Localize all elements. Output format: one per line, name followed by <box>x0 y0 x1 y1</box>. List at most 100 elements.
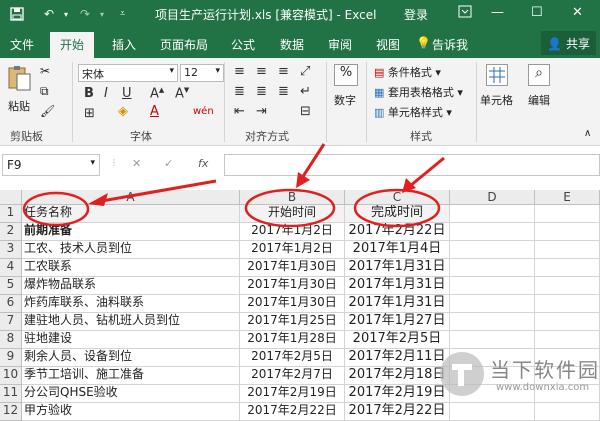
cell-b[interactable]: 2017年2月19日 <box>240 385 345 403</box>
align-bottom-icon[interactable]: ≡ <box>278 64 289 79</box>
conditional-format-button[interactable]: ▤ 条件格式 ▾ <box>374 64 441 80</box>
cell-d[interactable] <box>450 241 535 259</box>
cancel-icon[interactable]: ✕ <box>132 157 141 170</box>
redo-dropdown-icon[interactable]: ▾ <box>100 6 104 22</box>
row-header[interactable]: 11 <box>0 385 22 403</box>
row-header[interactable]: 12 <box>0 403 22 421</box>
format-painter-icon[interactable]: 🖌 <box>40 104 55 118</box>
share-button[interactable]: 👤 共享 <box>541 31 596 55</box>
tab-data[interactable]: 数据 <box>280 36 304 53</box>
enter-icon[interactable]: ✓ <box>164 157 173 170</box>
cells-button[interactable]: 单元格 <box>480 92 513 108</box>
cell-e[interactable] <box>535 241 600 259</box>
cell-c[interactable]: 2017年2月18日 <box>345 367 450 385</box>
cell-c[interactable]: 2017年1月4日 <box>345 241 450 259</box>
ribbon-display-icon[interactable] <box>458 5 472 22</box>
select-all-corner[interactable] <box>0 190 22 205</box>
row-header[interactable]: 10 <box>0 367 22 385</box>
cell-d[interactable] <box>450 223 535 241</box>
align-left-icon[interactable]: ≣ <box>234 84 245 99</box>
cell-a[interactable]: 爆炸物品联系 <box>22 277 240 295</box>
cell-b[interactable]: 2017年2月22日 <box>240 403 345 421</box>
undo-dropdown-icon[interactable]: ▾ <box>64 6 68 22</box>
cell-d[interactable] <box>450 205 535 223</box>
cell-a[interactable]: 甲方验收 <box>22 403 240 421</box>
tab-page-layout[interactable]: 页面布局 <box>160 36 208 53</box>
row-header[interactable]: 9 <box>0 349 22 367</box>
tab-home[interactable]: 开始 <box>50 32 95 58</box>
column-header-b[interactable]: B <box>240 190 345 205</box>
cell-a[interactable]: 工农、技术人员到位 <box>22 241 240 259</box>
tab-view[interactable]: 视图 <box>376 36 400 53</box>
cell-style-button[interactable]: ▥ 单元格样式 ▾ <box>374 104 452 120</box>
italic-button[interactable]: I <box>104 86 108 101</box>
cell-c[interactable]: 2017年2月22日 <box>345 223 450 241</box>
name-box[interactable]: F9 ▾ <box>2 154 100 176</box>
cell-a[interactable]: 任务名称 <box>22 205 240 223</box>
bold-button[interactable]: B <box>84 86 94 101</box>
cell-c[interactable]: 2017年1月31日 <box>345 277 450 295</box>
row-header[interactable]: 4 <box>0 259 22 277</box>
align-middle-icon[interactable]: ≡ <box>256 64 267 79</box>
cell-b[interactable]: 2017年1月25日 <box>240 313 345 331</box>
tab-insert[interactable]: 插入 <box>112 36 136 53</box>
row-header[interactable]: 5 <box>0 277 22 295</box>
font-size-select[interactable]: 12 ▾ <box>180 64 224 82</box>
close-icon[interactable]: ✕ <box>572 5 583 20</box>
cell-a[interactable]: 炸药库联系、油料联系 <box>22 295 240 313</box>
cell-b[interactable]: 开始时间 <box>240 205 345 223</box>
cell-e[interactable] <box>535 259 600 277</box>
cell-b[interactable]: 2017年1月30日 <box>240 295 345 313</box>
cell-b[interactable]: 2017年1月30日 <box>240 259 345 277</box>
cell-a[interactable]: 建驻地人员、钻机班人员到位 <box>22 313 240 331</box>
cell-a[interactable]: 驻地建设 <box>22 331 240 349</box>
column-header-a[interactable]: A <box>22 190 240 205</box>
cell-c[interactable]: 完成时间 <box>345 205 450 223</box>
increase-indent-icon[interactable]: ⇥ <box>256 104 267 119</box>
undo-icon[interactable]: ↶ <box>44 6 54 22</box>
row-header[interactable]: 6 <box>0 295 22 313</box>
paste-button-label[interactable]: 粘贴 <box>8 98 30 114</box>
cell-a[interactable]: 前期准备 <box>22 223 240 241</box>
cell-c[interactable]: 2017年2月19日 <box>345 385 450 403</box>
cells-icon[interactable] <box>486 64 508 86</box>
font-grow-icon[interactable]: A▲ <box>150 86 164 101</box>
cell-a[interactable]: 季节工培训、施工准备 <box>22 367 240 385</box>
merge-cells-icon[interactable]: ⊟ <box>300 104 311 119</box>
cut-icon[interactable]: ✂ <box>40 64 50 78</box>
orientation-icon[interactable]: ⤢ <box>300 64 310 79</box>
insert-function-icon[interactable]: fx <box>198 157 208 170</box>
cell-a[interactable]: 剩余人员、设备到位 <box>22 349 240 367</box>
cell-c[interactable]: 2017年1月31日 <box>345 259 450 277</box>
font-name-select[interactable]: 宋体 ▾ <box>78 64 178 82</box>
cell-b[interactable]: 2017年1月28日 <box>240 331 345 349</box>
table-format-button[interactable]: ▦ 套用表格格式 ▾ <box>374 84 463 100</box>
copy-icon[interactable]: ⧉ <box>40 84 49 99</box>
cell-c[interactable]: 2017年2月11日 <box>345 349 450 367</box>
cell-d[interactable] <box>450 259 535 277</box>
cell-b[interactable]: 2017年1月2日 <box>240 223 345 241</box>
restore-icon[interactable]: ☐ <box>531 5 543 20</box>
tab-formulas[interactable]: 公式 <box>231 36 255 53</box>
column-header-e[interactable]: E <box>535 190 600 205</box>
save-icon[interactable] <box>10 6 24 22</box>
align-right-icon[interactable]: ≣ <box>278 84 289 99</box>
border-icon[interactable]: ⊞ <box>84 106 95 121</box>
tab-file[interactable]: 文件 <box>10 36 34 53</box>
customize-toolbar-icon[interactable]: ⩡ <box>120 6 125 22</box>
underline-button[interactable]: U <box>122 86 132 101</box>
fill-color-icon[interactable]: ◈ <box>118 104 128 119</box>
edit-button[interactable]: 编辑 <box>528 92 550 108</box>
collapse-ribbon-icon[interactable]: ∧ <box>584 128 591 139</box>
align-center-icon[interactable]: ≣ <box>256 84 267 99</box>
paste-icon[interactable] <box>6 64 32 92</box>
cell-b[interactable]: 2017年2月5日 <box>240 349 345 367</box>
cell-a[interactable]: 工农联系 <box>22 259 240 277</box>
cell-e[interactable] <box>535 205 600 223</box>
column-header-d[interactable]: D <box>450 190 535 205</box>
row-header[interactable]: 7 <box>0 313 22 331</box>
cell-e[interactable] <box>535 277 600 295</box>
column-header-c[interactable]: C <box>345 190 450 205</box>
cell-b[interactable]: 2017年1月2日 <box>240 241 345 259</box>
wrap-text-icon[interactable]: ↵ <box>300 84 311 99</box>
